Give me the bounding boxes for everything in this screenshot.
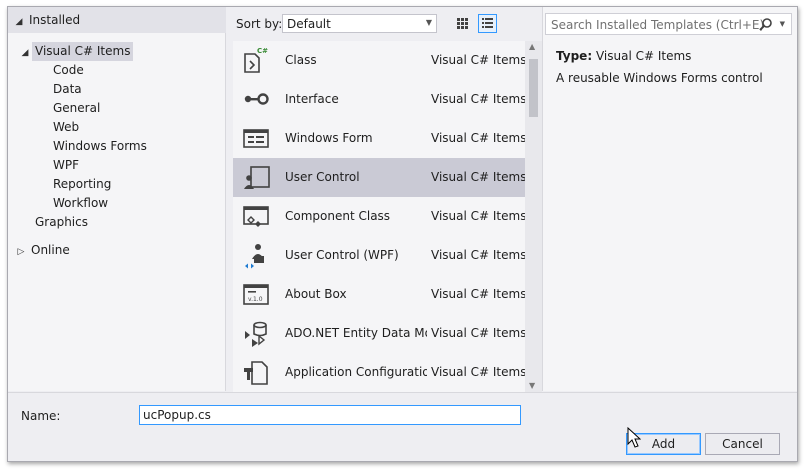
template-type: Type: Visual C# Items [556, 49, 691, 63]
tree-item-label: Installed [29, 13, 81, 27]
template-row-about-box[interactable]: v.1.0 About Box Visual C# Items [233, 275, 525, 314]
template-category: Visual C# Items [431, 326, 525, 340]
template-row-user-control-wpf[interactable]: User Control (WPF) Visual C# Items [233, 236, 525, 275]
tree-item-label: Windows Forms [53, 139, 147, 153]
svg-text:v.1.0: v.1.0 [248, 296, 263, 303]
template-row-entity-data-model[interactable]: ADO.NET Entity Data Mo... Visual C# Item… [233, 314, 525, 353]
template-category: Visual C# Items [431, 131, 525, 145]
interface-icon [244, 93, 269, 105]
sort-by-label: Sort by: [236, 17, 283, 31]
about-box-icon: v.1.0 [243, 284, 269, 305]
tree-item-label: Online [31, 243, 70, 257]
template-row-interface[interactable]: Interface Visual C# Items [233, 80, 525, 119]
tree-item-reporting[interactable]: Reporting [50, 175, 114, 194]
tree-item-label: Graphics [35, 215, 88, 229]
tree-item-general[interactable]: General [50, 99, 103, 118]
template-name: Class [285, 53, 317, 67]
search-templates-input[interactable]: Search Installed Templates (Ctrl+E) ▼ [545, 13, 792, 35]
svg-text:C#: C# [257, 47, 268, 55]
tree-item-code[interactable]: Code [50, 61, 87, 80]
template-name: ADO.NET Entity Data Mo... [285, 326, 427, 340]
template-category: Visual C# Items [431, 209, 525, 223]
component-class-icon [243, 206, 269, 227]
template-name: About Box [285, 287, 347, 301]
user-control-icon [244, 166, 270, 189]
template-category: Visual C# Items [431, 287, 525, 301]
dialog-footer: Name: Add Cancel [8, 392, 797, 461]
tree-item-wpf[interactable]: WPF [50, 156, 82, 175]
tree-item-label: Code [53, 63, 84, 77]
template-list: C# Class Visual C# Items Interface Visua… [233, 41, 525, 392]
template-description: A reusable Windows Forms control [556, 71, 763, 85]
template-category: Visual C# Items [431, 365, 525, 379]
template-row-windows-form[interactable]: Windows Form Visual C# Items [233, 119, 525, 158]
cancel-button[interactable]: Cancel [705, 433, 780, 455]
chevron-down-icon: ▼ [425, 18, 432, 27]
user-control-wpf-icon [245, 244, 264, 269]
tree-item-visual-c-items[interactable]: ◢ Visual C# Items [18, 42, 134, 63]
template-name: Application Configuratio... [285, 365, 427, 379]
entity-data-model-icon [245, 321, 267, 347]
tree-item-label: Workflow [53, 196, 109, 210]
tree-item-label: Data [53, 82, 82, 96]
windows-form-icon [243, 129, 269, 148]
template-name: Interface [285, 92, 339, 106]
search-placeholder: Search Installed Templates (Ctrl+E) [551, 18, 765, 32]
mouse-cursor-icon [627, 427, 641, 448]
tree-item-label: Web [53, 120, 80, 134]
add-new-item-dialog: ◢ Installed ◢ Visual C# Items Code Data Gener… [7, 6, 798, 462]
tree-item-label: WPF [53, 158, 80, 172]
template-name: Windows Form [285, 131, 373, 145]
type-key: Type: [556, 49, 593, 63]
tree-item-installed[interactable]: ◢ Installed [12, 11, 83, 30]
collapse-icon[interactable]: ◢ [18, 44, 32, 63]
expand-icon[interactable]: ▷ [14, 243, 28, 262]
list-view-icon [482, 18, 493, 28]
tree-item-windows-forms[interactable]: Windows Forms [50, 137, 150, 156]
list-view-button[interactable] [478, 14, 497, 33]
template-category: Visual C# Items [431, 53, 525, 67]
file-name-input[interactable] [139, 405, 521, 425]
small-icons-view-button[interactable] [453, 14, 472, 33]
template-category: Visual C# Items [431, 248, 525, 262]
template-list-scrollbar[interactable]: ▲ ▼ [525, 41, 542, 392]
template-row-app-config[interactable]: Application Configuratio... Visual C# It… [233, 353, 525, 392]
template-name: User Control [285, 170, 360, 184]
tree-item-graphics[interactable]: Graphics [18, 213, 91, 232]
scroll-up-icon[interactable]: ▲ [529, 42, 535, 51]
template-row-class[interactable]: C# Class Visual C# Items [233, 41, 525, 80]
template-row-user-control[interactable]: User Control Visual C# Items [233, 158, 525, 197]
type-value: Visual C# Items [595, 49, 692, 63]
tree-item-data[interactable]: Data [50, 80, 85, 99]
tree-item-workflow[interactable]: Workflow [50, 194, 111, 213]
tree-item-label: Visual C# Items [32, 42, 134, 61]
tree-item-web[interactable]: Web [50, 118, 82, 137]
class-icon: C# [244, 47, 268, 73]
template-name: User Control (WPF) [285, 248, 399, 262]
app-config-icon [244, 361, 268, 385]
tree-item-label: General [53, 101, 101, 115]
name-label: Name: [21, 409, 61, 423]
template-category: Visual C# Items [431, 92, 525, 106]
sort-by-value: Default [287, 17, 331, 31]
chevron-down-icon[interactable]: ▼ [780, 20, 785, 28]
tree-item-online[interactable]: ▷ Online [14, 241, 73, 260]
scroll-down-icon[interactable]: ▼ [529, 381, 535, 390]
scrollbar-thumb[interactable] [529, 59, 538, 117]
tree-item-label: Reporting [53, 177, 112, 191]
details-panel: Search Installed Templates (Ctrl+E) ▼ Ty… [542, 7, 797, 391]
collapse-icon[interactable]: ◢ [12, 13, 26, 32]
template-category: Visual C# Items [431, 170, 525, 184]
grid-view-icon [457, 18, 468, 29]
toolbar: Sort by: Default ▼ [227, 7, 533, 40]
template-name: Component Class [285, 209, 391, 223]
template-row-component-class[interactable]: Component Class Visual C# Items [233, 197, 525, 236]
sort-by-dropdown[interactable]: Default ▼ [282, 14, 437, 33]
search-icon[interactable] [759, 17, 773, 31]
template-category-tree: ◢ Installed ◢ Visual C# Items Code Data Gener… [8, 7, 226, 391]
